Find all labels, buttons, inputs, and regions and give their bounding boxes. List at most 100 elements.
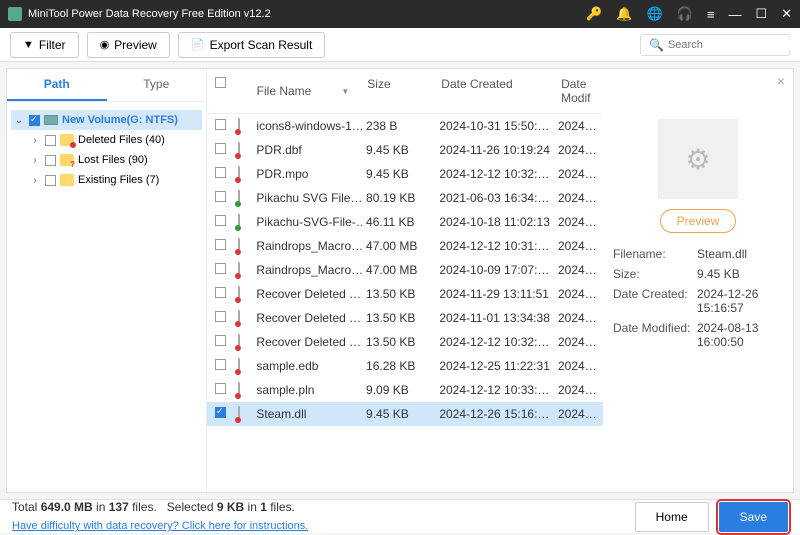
expand-icon[interactable]: › [29,174,41,186]
export-button[interactable]: 📄Export Scan Result [178,32,325,58]
file-icon [238,142,240,158]
file-date-modified: 2024… [554,311,599,325]
checkbox[interactable] [45,135,56,146]
file-date-modified: 2024… [554,119,599,133]
expand-icon[interactable]: › [29,154,41,166]
checkbox[interactable] [45,155,56,166]
col-name[interactable]: File Name▼ [253,77,364,105]
file-icon [238,118,240,134]
file-row[interactable]: PDR.dbf9.45 KB2024-11-26 10:19:242024… [207,138,603,162]
checkbox[interactable] [215,191,226,202]
file-row[interactable]: icons8-windows-1…238 B2024-10-31 15:50:…… [207,114,603,138]
file-date-created: 2024-11-29 13:11:51 [435,287,554,301]
globe-icon[interactable]: 🌐 [646,6,662,22]
minimize-icon[interactable]: — [728,7,741,22]
file-row[interactable]: Raindrops_Macro…47.00 MB2024-10-09 17:07… [207,258,603,282]
window-title: MiniTool Power Data Recovery Free Editio… [28,8,586,20]
file-date-created: 2024-10-09 17:07:… [435,263,554,277]
sidebar: Path Type ⌄ New Volume(G: NTFS) › Delete… [7,69,207,492]
save-button[interactable]: Save [719,502,788,532]
checkbox[interactable] [45,175,56,186]
maximize-icon[interactable]: ☐ [755,6,767,22]
file-row[interactable]: Recover Deleted …13.50 KB2024-12-12 10:3… [207,330,603,354]
file-size: 16.28 KB [362,359,435,373]
checkbox[interactable] [215,167,226,178]
col-date-modified[interactable]: Date Modif [557,77,599,105]
drive-icon [44,115,58,125]
file-size: 13.50 KB [362,287,435,301]
file-date-created: 2021-06-03 16:34:… [435,191,554,205]
home-button[interactable]: Home [635,502,709,532]
file-icon [238,310,240,326]
file-row[interactable]: sample.edb16.28 KB2024-12-25 11:22:31202… [207,354,603,378]
file-row[interactable]: Pikachu-SVG-File-…46.11 KB2024-10-18 11:… [207,210,603,234]
search-input[interactable] [668,39,800,51]
help-link[interactable]: Have difficulty with data recovery? Clic… [12,520,308,532]
select-all-checkbox[interactable] [215,77,226,88]
filter-button[interactable]: ▼Filter [10,32,79,58]
checkbox[interactable] [215,335,226,346]
checkbox[interactable] [215,407,226,418]
bell-icon[interactable]: 🔔 [616,6,632,22]
file-date-modified: 2024… [554,335,599,349]
checkbox[interactable] [215,383,226,394]
tree-root[interactable]: ⌄ New Volume(G: NTFS) [11,110,202,130]
checkbox[interactable] [215,143,226,154]
checkbox[interactable] [215,215,226,226]
file-name: PDR.dbf [252,143,362,157]
checkbox[interactable] [215,287,226,298]
close-preview-icon[interactable]: × [777,73,785,89]
file-name: PDR.mpo [252,167,362,181]
meta-dc-value: 2024-12-26 15:16:57 [697,287,783,315]
meta-dm-label: Date Modified: [613,321,693,349]
preview-button[interactable]: ◉Preview [87,32,170,58]
col-date-created[interactable]: Date Created [437,77,557,105]
app-icon [8,7,22,21]
close-icon[interactable]: ✕ [781,6,792,22]
folder-icon [60,154,74,166]
file-row[interactable]: Recover Deleted …13.50 KB2024-11-01 13:3… [207,306,603,330]
tree-existing[interactable]: › Existing Files (7) [11,170,202,190]
expand-icon[interactable]: › [29,134,41,146]
collapse-icon[interactable]: ⌄ [13,114,25,126]
checkbox[interactable] [215,239,226,250]
preview-file-button[interactable]: Preview [660,209,737,233]
file-list: File Name▼ Size Date Created Date Modif … [207,69,603,492]
sort-icon: ▼ [341,87,349,96]
checkbox[interactable] [215,263,226,274]
file-name: Recover Deleted … [252,311,362,325]
file-date-modified: 2024… [554,215,599,229]
headset-icon[interactable]: 🎧 [677,6,693,22]
tree-lost[interactable]: › Lost Files (90) [11,150,202,170]
checkbox[interactable] [215,359,226,370]
tab-path[interactable]: Path [7,69,107,101]
file-date-created: 2024-12-12 10:31:… [435,239,554,253]
search-box[interactable]: 🔍 [640,34,790,56]
key-icon[interactable]: 🔑 [586,6,602,22]
meta-filename-value: Steam.dll [697,247,783,261]
checkbox[interactable] [215,119,226,130]
file-size: 9.45 KB [362,167,435,181]
file-row[interactable]: Steam.dll9.45 KB2024-12-26 15:16:…2024… [207,402,603,426]
file-row[interactable]: Raindrops_Macro…47.00 MB2024-12-12 10:31… [207,234,603,258]
file-row[interactable]: sample.pln9.09 KB2024-12-12 10:33:…2024… [207,378,603,402]
col-size[interactable]: Size [363,77,437,105]
file-size: 238 B [362,119,435,133]
file-row[interactable]: Recover Deleted …13.50 KB2024-11-29 13:1… [207,282,603,306]
file-date-modified: 2024… [554,167,599,181]
file-icon [238,214,240,230]
tab-type[interactable]: Type [107,69,207,101]
file-row[interactable]: PDR.mpo9.45 KB2024-12-12 10:32:…2024… [207,162,603,186]
file-icon [238,238,240,254]
file-icon [238,286,240,302]
checkbox[interactable] [29,115,40,126]
file-date-created: 2024-10-18 11:02:13 [435,215,554,229]
tree-deleted[interactable]: › Deleted Files (40) [11,130,202,150]
eye-icon: ◉ [100,38,110,51]
checkbox[interactable] [215,311,226,322]
file-icon [238,334,240,350]
file-date-created: 2024-11-01 13:34:38 [435,311,554,325]
footer: Total 649.0 MB in 137 files. Selected 9 … [0,499,800,533]
file-row[interactable]: Pikachu SVG File…80.19 KB2021-06-03 16:3… [207,186,603,210]
menu-icon[interactable]: ≡ [707,7,715,22]
